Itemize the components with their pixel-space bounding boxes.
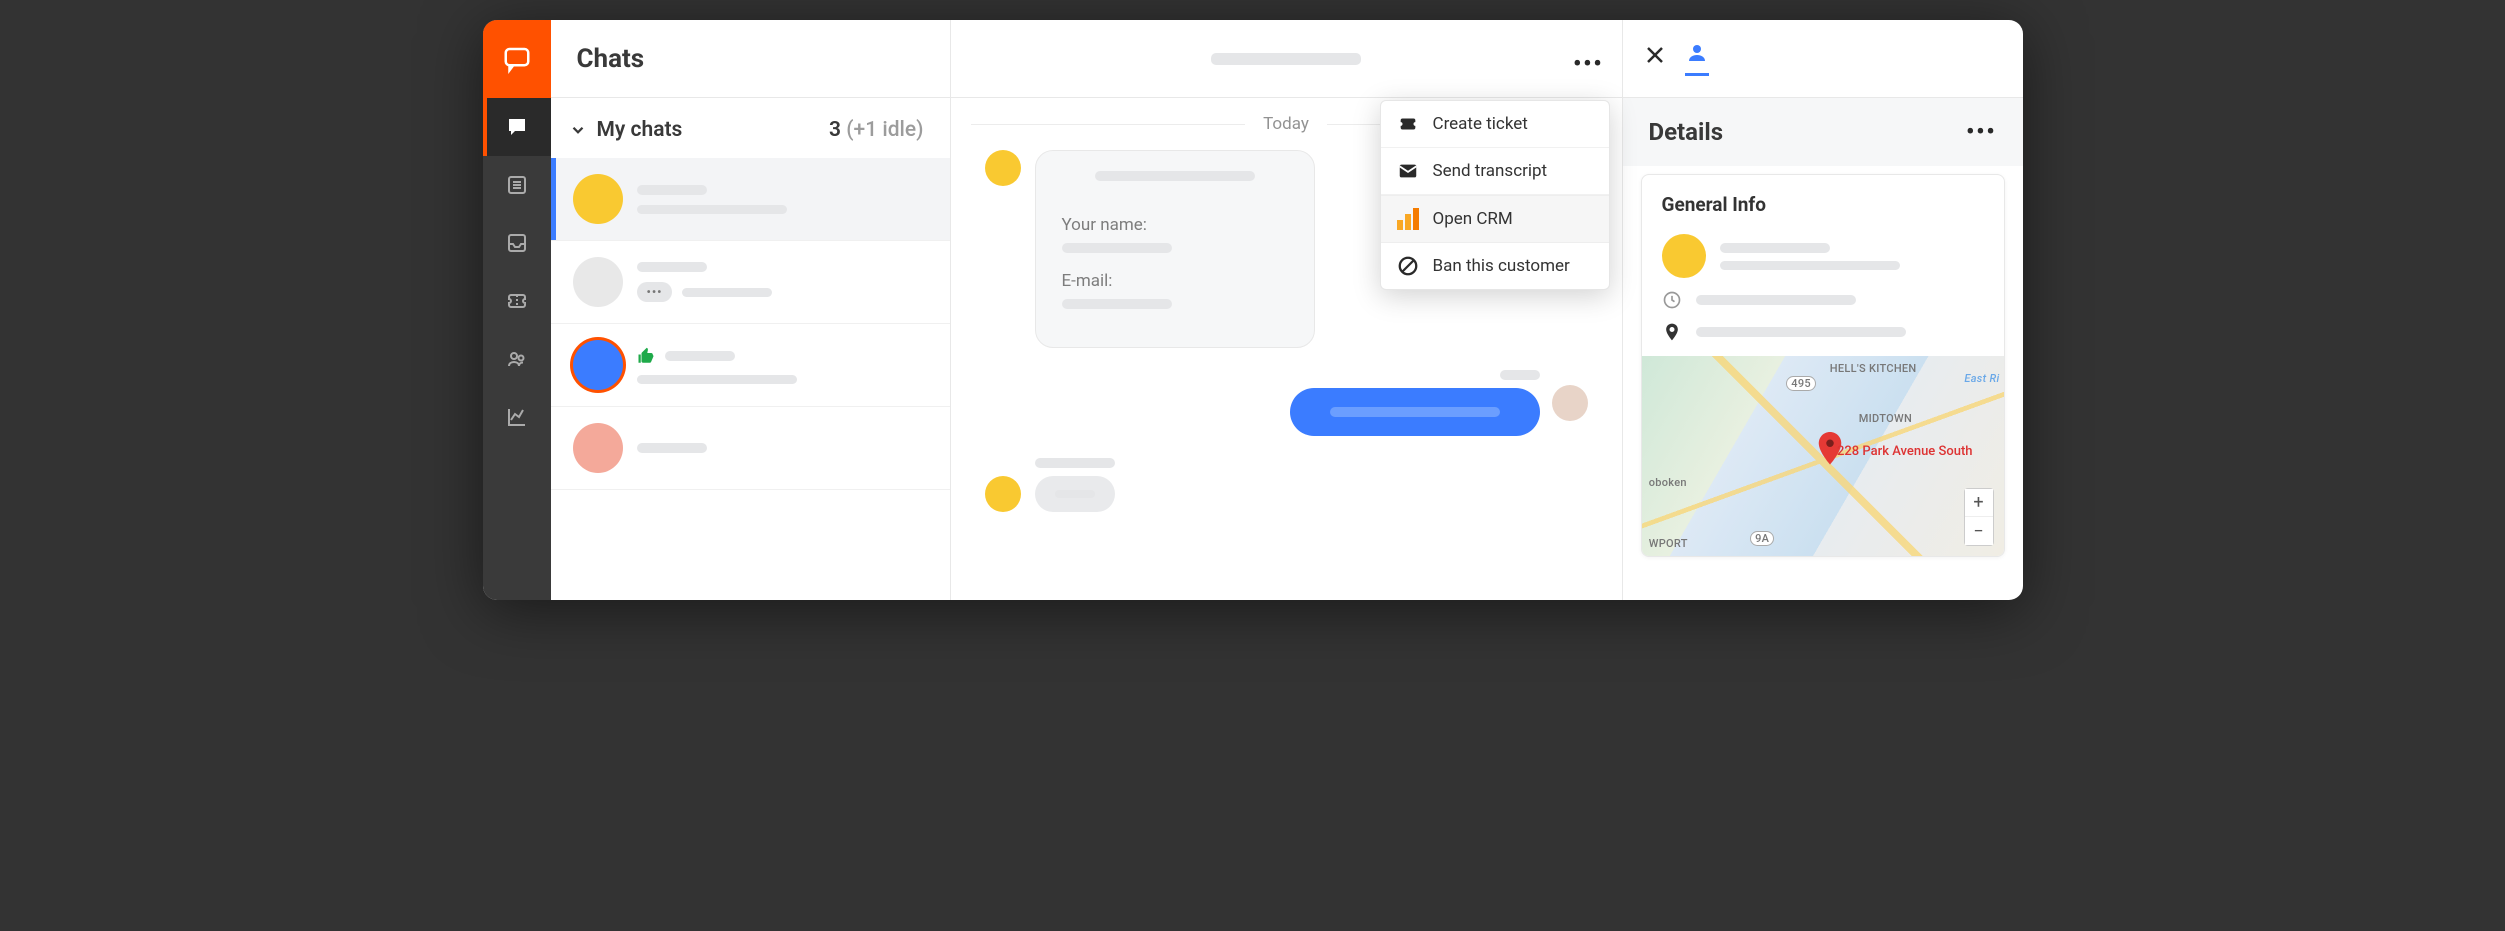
speech-icon — [505, 115, 529, 139]
list-icon — [505, 173, 529, 197]
info-name-row — [1642, 228, 2004, 284]
chat-item[interactable] — [551, 407, 950, 490]
thumbs-up-icon — [637, 347, 655, 365]
map-address: 228 Park Avenue South — [1837, 444, 1973, 459]
nav-coupons[interactable] — [483, 272, 551, 330]
avatar — [573, 340, 623, 390]
crm-icon — [1397, 208, 1419, 230]
my-chats-label: My chats — [597, 118, 683, 142]
message-row — [951, 364, 1622, 452]
nav-reports[interactable] — [483, 388, 551, 446]
conversation-header: ••• — [951, 20, 1622, 98]
agent-message — [1290, 388, 1540, 436]
chat-item[interactable] — [551, 324, 950, 407]
nav-rail — [483, 20, 551, 600]
more-menu-button[interactable]: ••• — [1573, 52, 1603, 77]
chat-list-panel: Chats My chats 3 (+1 idle) ••• — [551, 20, 951, 600]
agent-avatar — [1552, 385, 1588, 421]
chat-item[interactable]: ••• — [551, 241, 950, 324]
chat-bubble-icon — [502, 44, 532, 74]
avatar — [573, 257, 623, 307]
profile-tab[interactable] — [1685, 41, 1709, 76]
avatar — [1662, 234, 1706, 278]
menu-open-crm[interactable]: Open CRM — [1381, 195, 1609, 243]
details-header — [1623, 20, 2023, 98]
avatar — [573, 423, 623, 473]
details-title-row: Details ••• — [1623, 98, 2023, 166]
menu-ban-customer[interactable]: Ban this customer — [1381, 243, 1609, 289]
info-location-row — [1642, 316, 2004, 356]
conversation-panel: ••• Today Your name: E-mail: — [951, 20, 1623, 600]
my-chats-toggle[interactable]: My chats 3 (+1 idle) — [551, 98, 950, 158]
chat-counts: 3 (+1 idle) — [829, 118, 923, 142]
nav-chats[interactable] — [483, 98, 551, 156]
menu-send-transcript[interactable]: Send transcript — [1381, 148, 1609, 195]
inbox-icon — [505, 231, 529, 255]
avatar — [573, 174, 623, 224]
ban-icon — [1397, 255, 1419, 277]
zoom-out-button[interactable]: − — [1965, 517, 1993, 545]
message-row — [951, 452, 1622, 528]
visitor-message — [1035, 476, 1115, 512]
info-time-row — [1642, 284, 2004, 316]
typing-indicator: ••• — [637, 282, 673, 302]
nav-tickets[interactable] — [483, 156, 551, 214]
person-icon — [1685, 41, 1709, 65]
app-logo[interactable] — [483, 20, 551, 98]
nav-team[interactable] — [483, 330, 551, 388]
avatar — [985, 476, 1021, 512]
location-map[interactable]: HELL'S KITCHEN MIDTOWN oboken WPORT 495 … — [1642, 356, 2004, 556]
close-icon — [1643, 43, 1667, 67]
pin-icon — [1662, 322, 1682, 342]
email-label: E-mail: — [1062, 271, 1288, 291]
zoom-in-button[interactable]: + — [1965, 489, 1993, 517]
close-details-button[interactable] — [1643, 43, 1667, 74]
clock-icon — [1662, 290, 1682, 310]
general-info-card: General Info HELL'S KITCHEN MIDTOWN obok… — [1641, 174, 2005, 557]
details-more-button[interactable]: ••• — [1966, 120, 1996, 145]
ticket-solid-icon — [1397, 113, 1419, 135]
nav-archive[interactable] — [483, 214, 551, 272]
map-zoom: + − — [1964, 488, 1994, 546]
page-title: Chats — [551, 20, 950, 98]
prechat-form: Your name: E-mail: — [1035, 150, 1315, 348]
card-heading: General Info — [1642, 175, 2004, 228]
menu-create-ticket[interactable]: Create ticket — [1381, 101, 1609, 148]
chat-actions-menu: Create ticket Send transcript Open CRM B… — [1380, 100, 1610, 290]
ticket-icon — [505, 289, 529, 313]
chevron-down-icon — [569, 121, 587, 139]
envelope-icon — [1397, 160, 1419, 182]
details-panel: Details ••• General Info HELL'S KIT — [1623, 20, 2023, 600]
name-label: Your name: — [1062, 215, 1288, 235]
people-icon — [505, 347, 529, 371]
avatar — [985, 150, 1021, 186]
chart-icon — [505, 405, 529, 429]
chat-item[interactable] — [551, 158, 950, 241]
